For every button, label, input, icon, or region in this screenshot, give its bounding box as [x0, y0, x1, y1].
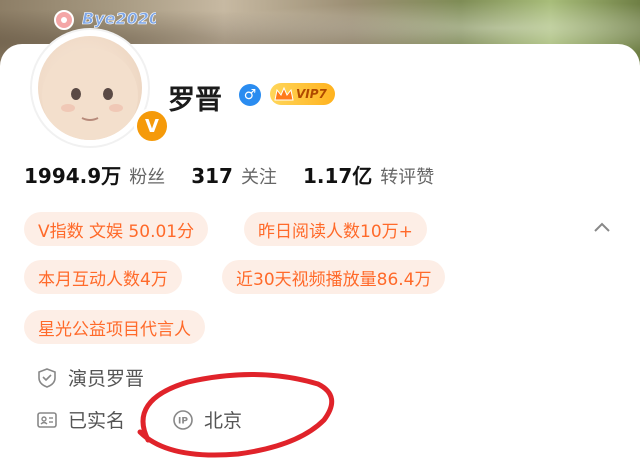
avatar-sticker: Bye2020: [54, 9, 156, 30]
id-card-icon: [37, 411, 57, 428]
tag-v-index[interactable]: V指数 文娱 50.01分: [24, 212, 209, 246]
profile-name: 罗晋: [168, 85, 222, 116]
following-count[interactable]: 317: [191, 164, 233, 188]
avatar-sticker-text: Bye2020: [82, 9, 156, 28]
tag-charity-ambassador[interactable]: 星光公益项目代言人: [24, 310, 205, 344]
male-icon: ♂: [239, 84, 261, 106]
chevron-up-icon[interactable]: [592, 218, 612, 238]
stats-row: 1994.9万 粉丝 317 关注 1.17亿 转评赞: [24, 160, 460, 189]
crown-icon: [274, 86, 294, 101]
engagement-count: 1.17亿: [302, 164, 373, 188]
followers-label[interactable]: 粉丝: [129, 163, 165, 189]
tag-video-plays[interactable]: 近30天视频播放量86.4万: [222, 260, 446, 294]
followers-count[interactable]: 1994.9万: [24, 160, 121, 189]
verified-badge: V: [134, 108, 170, 144]
realname-row: 已实名: [36, 406, 125, 433]
annotation-circle: [137, 372, 335, 458]
vip-badge[interactable]: VIP7: [270, 83, 335, 105]
shield-icon: [38, 367, 56, 388]
following-label[interactable]: 关注: [241, 163, 277, 189]
vip-label: VIP7: [296, 87, 327, 101]
avatar-area[interactable]: Bye2020 V: [16, 0, 170, 146]
tag-daily-readers[interactable]: 昨日阅读人数10万+: [244, 212, 427, 246]
tag-monthly-interactions[interactable]: 本月互动人数4万: [24, 260, 182, 294]
realname-text: 已实名: [68, 410, 126, 432]
engagement-label: 转评赞: [380, 167, 435, 188]
